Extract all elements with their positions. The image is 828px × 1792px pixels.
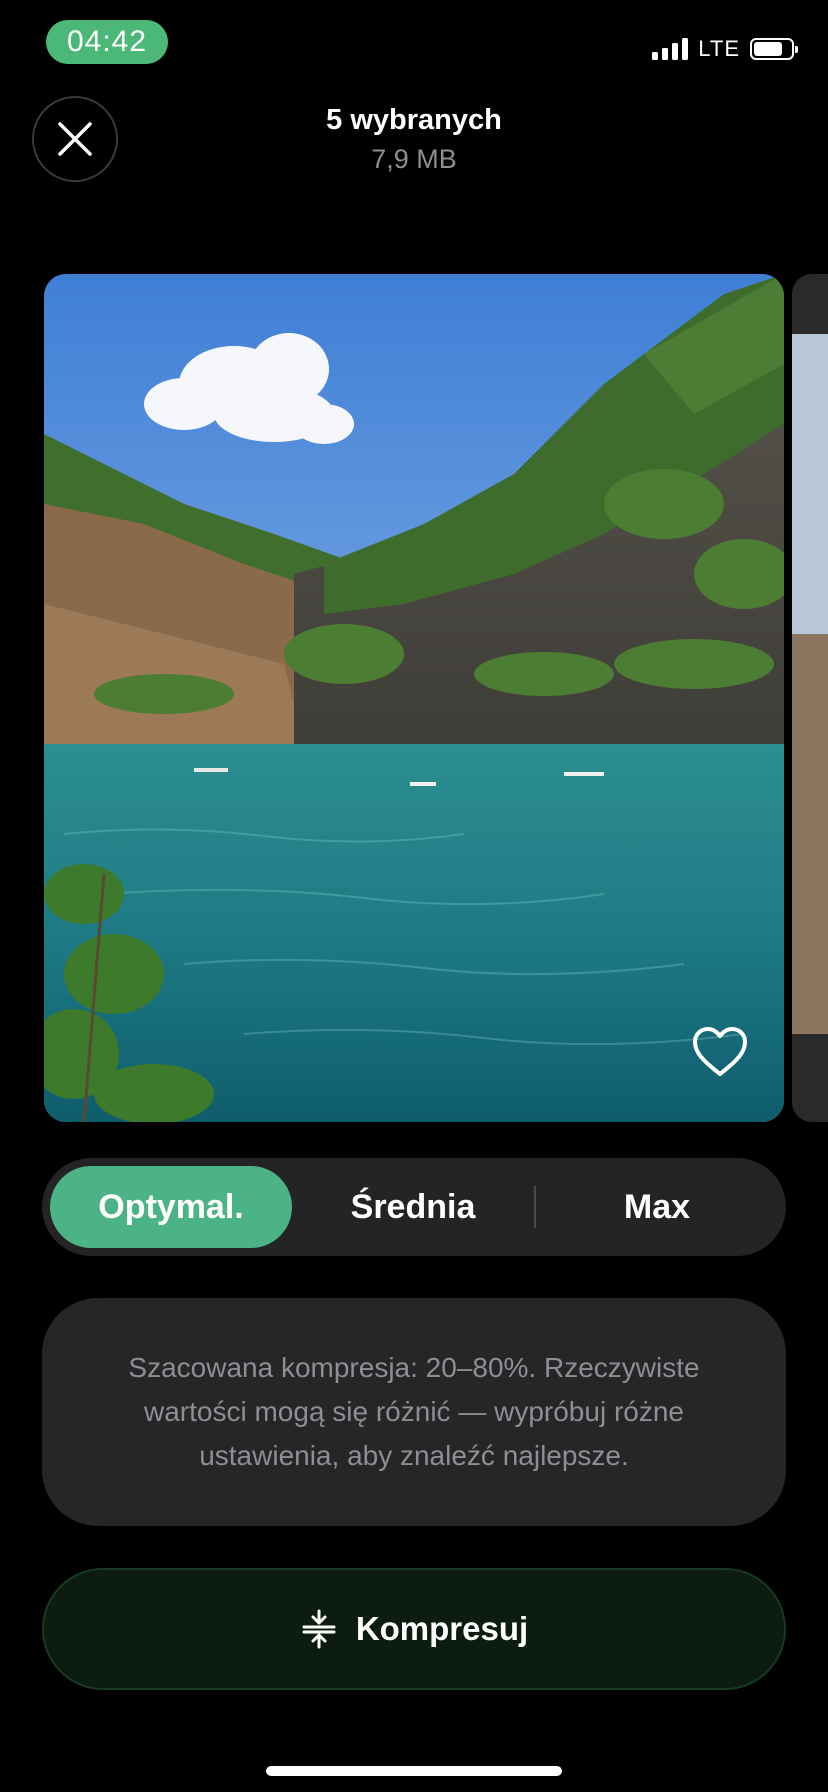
next-photo	[792, 274, 828, 1122]
quality-option-optimal[interactable]: Optymal.	[50, 1166, 292, 1248]
next-photo-preview[interactable]	[792, 274, 828, 1122]
signal-bars-icon	[652, 38, 689, 60]
network-label: LTE	[698, 36, 740, 61]
compression-info-box: Szacowana kompresja: 20–80%. Rzeczywiste…	[42, 1298, 786, 1526]
compression-screen: 04:42 LTE 5 wybranych 7,9 MB Optymal. Śr…	[0, 0, 828, 1792]
quality-option-max[interactable]: Max	[536, 1166, 778, 1248]
compress-label: Kompresuj	[355, 1610, 529, 1647]
selection-title: 5 wybranych	[326, 104, 502, 136]
compress-icon	[302, 1609, 336, 1649]
selection-size: 7,9 MB	[371, 144, 457, 174]
quality-option-medium[interactable]: Średnia	[292, 1166, 534, 1248]
status-indicators: LTE	[652, 36, 798, 62]
photo-preview[interactable]	[44, 274, 784, 1122]
favorite-heart-icon[interactable]	[692, 1026, 748, 1078]
home-indicator[interactable]	[266, 1766, 562, 1776]
compression-info-text: Szacowana kompresja: 20–80%. Rzeczywiste…	[128, 1352, 700, 1471]
lake-photo	[44, 274, 784, 1122]
compress-button[interactable]: Kompresuj	[42, 1568, 786, 1690]
status-time: 04:42	[46, 20, 168, 64]
battery-icon	[750, 38, 798, 60]
quality-selector: Optymal. Średnia Max	[42, 1158, 786, 1256]
